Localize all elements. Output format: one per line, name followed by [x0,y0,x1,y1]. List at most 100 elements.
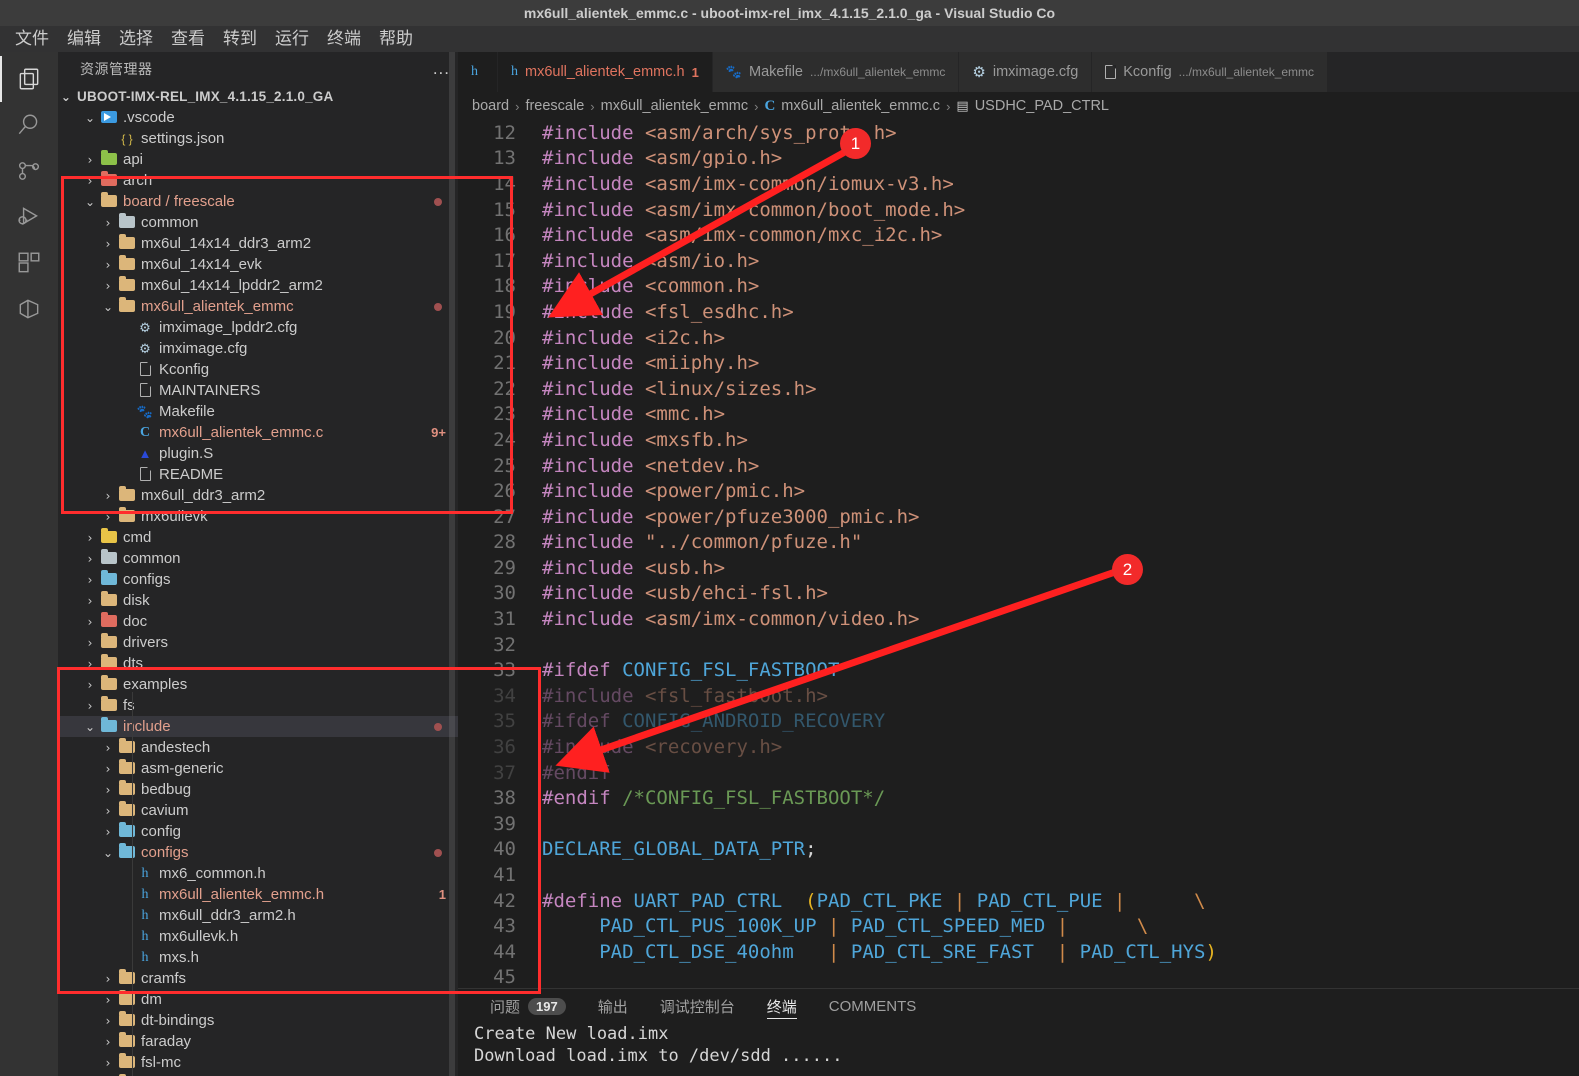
sidebar-scrollbar-thumb[interactable] [449,52,455,1076]
tree-folder-row[interactable]: › asm-generic [58,758,458,779]
tree-folder-row[interactable]: › dm [58,989,458,1010]
chevron-down-icon[interactable]: ⌄ [58,90,74,104]
chevron-down-icon[interactable]: ⌄ [100,846,116,860]
tree-file-row[interactable]: Kconfig [58,359,458,380]
panel-tab[interactable]: 调试控制台 [644,989,751,1023]
code-line[interactable]: 38 #endif /*CONFIG_FSL_FASTBOOT*/ [458,785,1579,811]
chevron-right-icon[interactable]: › [100,1056,116,1070]
chevron-right-icon[interactable]: › [82,699,98,713]
activity-source-control-icon[interactable] [0,148,58,194]
code-line[interactable]: 24 #include <mxsfb.h> [458,427,1579,453]
menu-selection[interactable]: 选择 [110,27,162,51]
chevron-right-icon[interactable]: › [100,993,116,1007]
tree-file-row[interactable]: MAINTAINERS [58,380,458,401]
sidebar-scrollbar[interactable] [446,52,458,1076]
tree-folder-row[interactable]: ⌄ .vscode [58,107,458,128]
tree-folder-row[interactable]: › api [58,149,458,170]
chevron-right-icon[interactable]: › [82,615,98,629]
tree-file-row[interactable]: h mx6ull_alientek_emmc.h 1 [58,884,458,905]
chevron-right-icon[interactable]: › [82,174,98,188]
tree-folder-row[interactable]: › arch [58,170,458,191]
tree-file-row[interactable]: ⚙ imximage.cfg [58,338,458,359]
code-line[interactable]: 25 #include <netdev.h> [458,453,1579,479]
editor-tab[interactable]: ⚙ imximage.cfg [959,52,1093,92]
tree-folder-row[interactable]: › cavium [58,800,458,821]
tree-folder-row[interactable]: ⌄ mx6ull_alientek_emmc [58,296,458,317]
tree-folder-row[interactable]: › doc [58,611,458,632]
chevron-right-icon[interactable]: › [100,510,116,524]
tree-folder-row[interactable]: › fs [58,695,458,716]
chevron-right-icon[interactable]: › [100,825,116,839]
menu-view[interactable]: 查看 [162,27,214,51]
menu-go[interactable]: 转到 [214,27,266,51]
tree-folder-row[interactable]: › mx6ul_14x14_lpddr2_arm2 [58,275,458,296]
menu-terminal[interactable]: 终端 [318,27,370,51]
chevron-right-icon[interactable]: › [100,258,116,272]
breadcrumb-segment[interactable]: mx6ull_alientek_emmc [601,98,748,114]
tree-file-row[interactable]: h mx6ullevk.h [58,926,458,947]
tree-folder-row[interactable]: › bedbug [58,779,458,800]
chevron-right-icon[interactable]: › [100,762,116,776]
chevron-right-icon[interactable]: › [100,216,116,230]
editor-tab[interactable]: h mx6ull_alientek_emmc.h 1 [498,52,713,92]
chevron-right-icon[interactable]: › [100,1014,116,1028]
tree-file-row[interactable]: 🐾 Makefile [58,401,458,422]
tree-file-row[interactable]: h mx6ull_ddr3_arm2.h [58,905,458,926]
tree-folder-row[interactable]: › cramfs [58,968,458,989]
tree-file-row[interactable]: README [58,464,458,485]
tree-folder-row[interactable]: › fsl-mc [58,1052,458,1073]
chevron-right-icon[interactable]: › [100,804,116,818]
code-line[interactable]: 42 #define UART_PAD_CTRL (PAD_CTL_PKE | P… [458,888,1579,914]
tree-folder-row[interactable]: › faraday [58,1031,458,1052]
chevron-right-icon[interactable]: › [82,636,98,650]
tree-folder-row[interactable]: ⌄ configs [58,842,458,863]
code-line[interactable]: 29 #include <usb.h> [458,555,1579,581]
menu-edit[interactable]: 编辑 [58,27,110,51]
chevron-right-icon[interactable]: › [82,552,98,566]
chevron-right-icon[interactable]: › [82,678,98,692]
chevron-right-icon[interactable]: › [82,594,98,608]
tree-root-row[interactable]: ⌄ UBOOT-IMX-REL_IMX_4.1.15_2.1.0_GA [58,86,458,107]
panel-tab[interactable]: 终端 [751,989,813,1023]
chevron-right-icon[interactable]: › [100,237,116,251]
tree-file-row[interactable]: ⚙ imximage_lpddr2.cfg [58,317,458,338]
tree-folder-row[interactable]: › mx6ullevk [58,506,458,527]
tree-folder-row[interactable]: › mx6ul_14x14_evk [58,254,458,275]
chevron-right-icon[interactable]: › [100,972,116,986]
code-line[interactable]: 26 #include <power/pmic.h> [458,478,1579,504]
code-line[interactable]: 35 #ifdef CONFIG_ANDROID_RECOVERY [458,709,1579,735]
activity-run-debug-icon[interactable] [0,194,58,240]
code-line[interactable]: 28 #include "../common/pfuze.h" [458,530,1579,556]
code-line[interactable]: 40 DECLARE_GLOBAL_DATA_PTR; [458,837,1579,863]
code-line[interactable]: 12 #include <asm/arch/sys_proto.h> [458,120,1579,146]
chevron-right-icon[interactable]: › [82,657,98,671]
code-line[interactable]: 43 PAD_CTL_PUS_100K_UP | PAD_CTL_SPEED_M… [458,913,1579,939]
code-line[interactable]: 37 #endif [458,760,1579,786]
tree-file-row[interactable]: Cmx6ull_alientek_emmc.c 9+ [58,422,458,443]
code-line[interactable]: 13 #include <asm/gpio.h> [458,146,1579,172]
code-line[interactable]: 14 #include <asm/imx-common/iomux-v3.h> [458,171,1579,197]
code-line[interactable]: 31 #include <asm/imx-common/video.h> [458,606,1579,632]
code-line[interactable]: 41 [458,862,1579,888]
code-line[interactable]: 23 #include <mmc.h> [458,402,1579,428]
editor-tab[interactable]: Kconfig .../mx6ull_alientek_emmc [1092,52,1329,92]
code-line[interactable]: 33 #ifdef CONFIG_FSL_FASTBOOT [458,657,1579,683]
code-line[interactable]: 21 #include <miiphy.h> [458,350,1579,376]
activity-explorer-icon[interactable] [0,56,58,102]
tree-folder-row[interactable]: › configs [58,569,458,590]
code-line[interactable]: 34 #include <fsl_fastboot.h> [458,683,1579,709]
chevron-right-icon[interactable]: › [82,573,98,587]
code-line[interactable]: 45 [458,965,1579,988]
chevron-down-icon[interactable]: ⌄ [82,195,98,209]
tree-folder-row[interactable]: › cmd [58,527,458,548]
tree-folder-row[interactable]: › mx6ul_14x14_ddr3_arm2 [58,233,458,254]
tree-folder-row[interactable]: ⌄ board / freescale [58,191,458,212]
tree-folder-row[interactable]: › andestech [58,737,458,758]
tree-folder-row[interactable]: › dts [58,653,458,674]
chevron-right-icon[interactable]: › [100,489,116,503]
tree-file-row[interactable]: { } settings.json [58,128,458,149]
code-line[interactable]: 22 #include <linux/sizes.h> [458,376,1579,402]
code-editor[interactable]: 12 #include <asm/arch/sys_proto.h> 13 #incl… [458,120,1579,988]
tree-folder-row[interactable]: › common [58,548,458,569]
code-line[interactable]: 44 PAD_CTL_DSE_40ohm | PAD_CTL_SRE_FAST … [458,939,1579,965]
